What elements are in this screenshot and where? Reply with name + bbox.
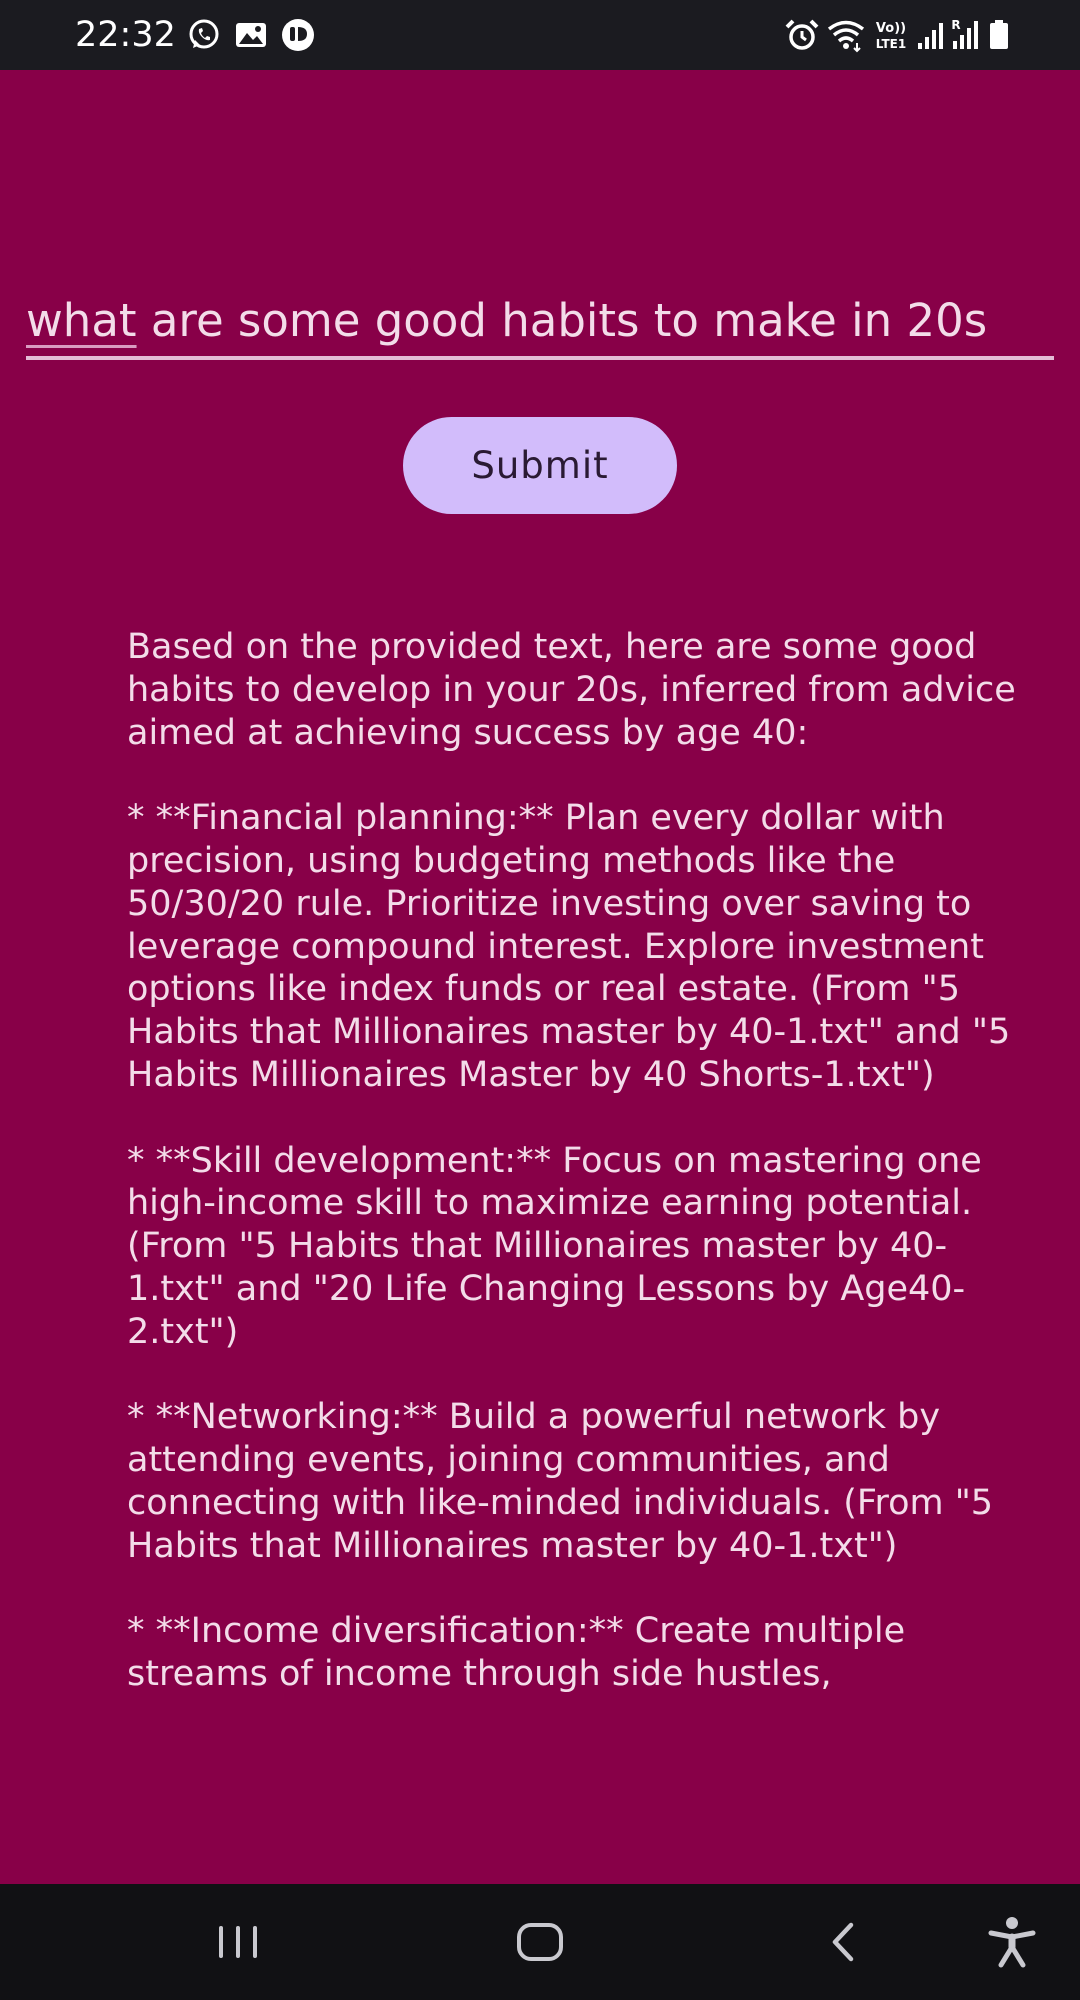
wifi-icon xyxy=(827,20,865,53)
navigation-bar xyxy=(0,1884,1080,2000)
back-button[interactable] xyxy=(792,1884,892,2000)
query-first-word: what xyxy=(26,294,137,347)
svg-text:R: R xyxy=(951,18,960,32)
svg-text:LTE1: LTE1 xyxy=(876,37,906,51)
signal-icon xyxy=(918,23,943,49)
status-right-icons: Vo)) LTE1 R xyxy=(784,17,1010,53)
app-notification-icon xyxy=(282,19,314,51)
recent-apps-button[interactable] xyxy=(188,1884,288,2000)
query-input[interactable]: what are some good habits to make in 20s xyxy=(26,290,1054,360)
accessibility-icon xyxy=(988,1917,1036,1968)
response-paragraph: * **Networking:** Build a powerful netwo… xyxy=(127,1397,994,1566)
accessibility-button[interactable] xyxy=(962,1884,1062,2000)
signal-roaming-icon: R xyxy=(951,18,978,49)
response-paragraph: Based on the provided text, here are som… xyxy=(127,627,1016,753)
whatsapp-icon xyxy=(189,19,219,49)
volte-icon: Vo)) LTE1 xyxy=(876,21,906,51)
svg-text:Vo)): Vo)) xyxy=(876,21,906,36)
alarm-icon xyxy=(785,19,819,50)
response-text: Based on the provided text, here are som… xyxy=(127,626,1017,1876)
status-time: 22:32 xyxy=(75,15,176,55)
response-paragraph: * **Income diversification:** Create mul… xyxy=(127,1611,906,1695)
back-icon xyxy=(832,1922,854,1962)
response-paragraph: * **Skill development:** Focus on master… xyxy=(127,1140,982,1352)
query-rest: are some good habits to make in 20s xyxy=(136,294,988,347)
status-left-icons xyxy=(186,17,316,53)
response-paragraph: * **Financial planning:** Plan every dol… xyxy=(127,798,1011,1095)
home-button[interactable] xyxy=(490,1884,590,2000)
recent-apps-icon xyxy=(219,1926,257,1958)
status-bar: 22:32 Vo)) LTE1 R xyxy=(0,0,1080,70)
home-icon xyxy=(517,1923,563,1961)
submit-button[interactable]: Submit xyxy=(403,417,677,514)
gallery-icon xyxy=(236,23,266,47)
battery-icon xyxy=(990,20,1008,49)
